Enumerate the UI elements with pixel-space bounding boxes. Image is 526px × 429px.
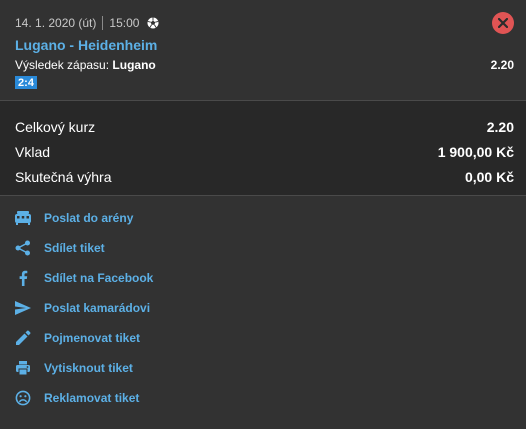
pencil-icon bbox=[14, 329, 32, 347]
share-facebook-action[interactable]: Sdílet na Facebook bbox=[14, 268, 153, 288]
ticket-actions: Poslat do arény Sdílet tiket Sdílet na F… bbox=[0, 197, 526, 429]
stake-row: Vklad 1 900,00 Kč bbox=[15, 142, 514, 162]
share-ticket-action[interactable]: Sdílet tiket bbox=[14, 238, 105, 258]
selection: Lugano bbox=[112, 58, 156, 72]
send-to-friend-action[interactable]: Poslat kamarádovi bbox=[14, 298, 150, 318]
close-button[interactable] bbox=[492, 12, 514, 34]
action-label: Vytisknout tiket bbox=[44, 361, 133, 375]
action-label: Pojmenovat tiket bbox=[44, 331, 141, 345]
match-name[interactable]: Lugano - Heidenheim bbox=[15, 37, 157, 53]
action-label: Poslat do arény bbox=[44, 211, 134, 225]
sad-face-icon bbox=[14, 389, 32, 407]
stake-value: 1 900,00 Kč bbox=[437, 144, 514, 160]
action-label: Sdílet na Facebook bbox=[44, 271, 154, 285]
printer-icon bbox=[14, 359, 32, 377]
win-value: 0,00 Kč bbox=[464, 169, 514, 185]
bet-meta: 14. 1. 2020 (út) 15:00 bbox=[15, 15, 159, 31]
print-ticket-action[interactable]: Vytisknout tiket bbox=[14, 358, 133, 378]
total-odds-row: Celkový kurz 2.20 bbox=[15, 117, 514, 137]
close-icon bbox=[498, 18, 508, 28]
win-row: Skutečná výhra 0,00 Kč bbox=[15, 167, 514, 187]
win-label: Skutečná výhra bbox=[15, 169, 112, 185]
rename-ticket-action[interactable]: Pojmenovat tiket bbox=[14, 328, 140, 348]
stake-label: Vklad bbox=[15, 144, 51, 160]
facebook-icon bbox=[14, 269, 32, 287]
divider bbox=[102, 16, 104, 30]
market-label: Výsledek zápasu: bbox=[15, 58, 110, 72]
total-odds-value: 2.20 bbox=[486, 119, 514, 135]
send-icon bbox=[14, 299, 32, 317]
complain-ticket-action[interactable]: Reklamovat tiket bbox=[14, 388, 139, 408]
action-label: Poslat kamarádovi bbox=[44, 301, 151, 315]
market-line: Výsledek zápasu: Lugano bbox=[15, 58, 156, 72]
action-label: Reklamovat tiket bbox=[44, 391, 140, 405]
share-icon bbox=[14, 239, 32, 257]
score-badge: 2:4 bbox=[15, 76, 37, 89]
bet-time: 15:00 bbox=[109, 16, 140, 30]
soccer-ball-icon bbox=[147, 17, 159, 29]
selection-odd: 2.20 bbox=[490, 58, 514, 72]
bet-header: 14. 1. 2020 (út) 15:00 Lugano - Heidenhe… bbox=[0, 0, 526, 101]
bet-date: 14. 1. 2020 (út) bbox=[15, 16, 97, 30]
total-odds-label: Celkový kurz bbox=[15, 119, 96, 135]
bet-summary: Celkový kurz 2.20 Vklad 1 900,00 Kč Skut… bbox=[0, 101, 526, 196]
arena-icon bbox=[14, 209, 32, 227]
send-to-arena-action[interactable]: Poslat do arény bbox=[14, 208, 133, 228]
action-label: Sdílet tiket bbox=[44, 241, 105, 255]
